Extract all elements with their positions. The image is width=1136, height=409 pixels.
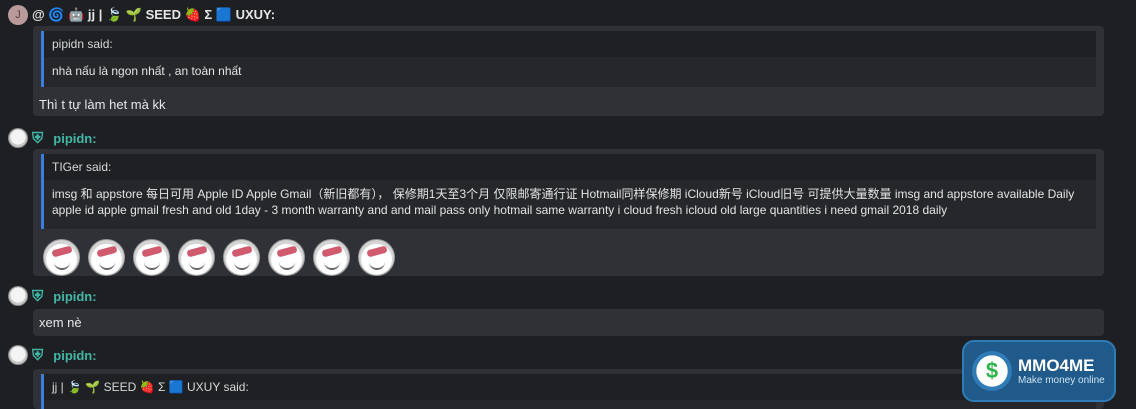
quote-text: nhà nấu là ngon nhất , an toàn nhất (52, 64, 242, 78)
sticker-image (223, 239, 260, 276)
username-link[interactable]: pipidn: (53, 131, 96, 146)
username-link[interactable]: pipidn: (53, 289, 96, 304)
mask-icon: ⛨ (32, 129, 44, 147)
sticker-image (358, 239, 395, 276)
quote-author[interactable]: jj | 🍃 🌱 SEED 🍓 Σ 🟦 UXUY said: (44, 374, 1096, 400)
message-bubble: TIGer said: imsg 和 appstore 每日可用 Apple I… (33, 149, 1104, 276)
quote-block: pipidn said: nhà nấu là ngon nhất , an t… (41, 31, 1096, 87)
avatar[interactable]: J (8, 5, 28, 25)
message-bubble: pipidn said: nhà nấu là ngon nhất , an t… (33, 26, 1104, 116)
sticker-image (88, 239, 125, 276)
sticker-image (43, 239, 80, 276)
site-logo[interactable]: $ MMO4ME Make money online (962, 340, 1116, 402)
avatar[interactable] (8, 345, 28, 365)
sticker-image (178, 239, 215, 276)
message-text: Thì t tự làm het mà kk (39, 97, 166, 112)
quote-author[interactable]: pipidn said: (44, 31, 1096, 57)
sticker-image (133, 239, 170, 276)
message-text: xem nè (39, 315, 82, 330)
sticker-row (43, 239, 395, 276)
sticker-image (313, 239, 350, 276)
mask-icon: ⛨ (32, 346, 44, 364)
username-link[interactable]: pipidn: (53, 348, 96, 363)
avatar[interactable] (8, 286, 28, 306)
message-bubble: jj | 🍃 🌱 SEED 🍓 Σ 🟦 UXUY said: (33, 369, 1104, 409)
logo-subtitle: Make money online (1018, 374, 1105, 386)
quote-block: TIGer said: imsg 和 appstore 每日可用 Apple I… (41, 154, 1096, 229)
post-author[interactable]: @ 🌀 🤖 jj | 🍃 🌱 SEED 🍓 Σ 🟦 UXUY: (32, 7, 275, 23)
avatar[interactable] (8, 128, 28, 148)
message-bubble: xem nè (33, 309, 1104, 336)
sticker-image (268, 239, 305, 276)
dollar-coin-icon: $ (972, 351, 1012, 391)
quote-author[interactable]: TIGer said: (44, 154, 1096, 180)
post-header-jj: J @ 🌀 🤖 jj | 🍃 🌱 SEED 🍓 Σ 🟦 UXUY: (8, 5, 275, 25)
quote-block: jj | 🍃 🌱 SEED 🍓 Σ 🟦 UXUY said: (41, 374, 1096, 409)
logo-title: MMO4ME (1018, 355, 1095, 375)
mask-icon: ⛨ (32, 287, 44, 305)
post-header-pipidn: ⛨ pipidn: (8, 128, 97, 148)
quote-text: imsg 和 appstore 每日可用 Apple ID Apple Gmai… (52, 187, 1075, 217)
post-header-pipidn: ⛨ pipidn: (8, 345, 97, 365)
post-header-pipidn: ⛨ pipidn: (8, 286, 97, 306)
